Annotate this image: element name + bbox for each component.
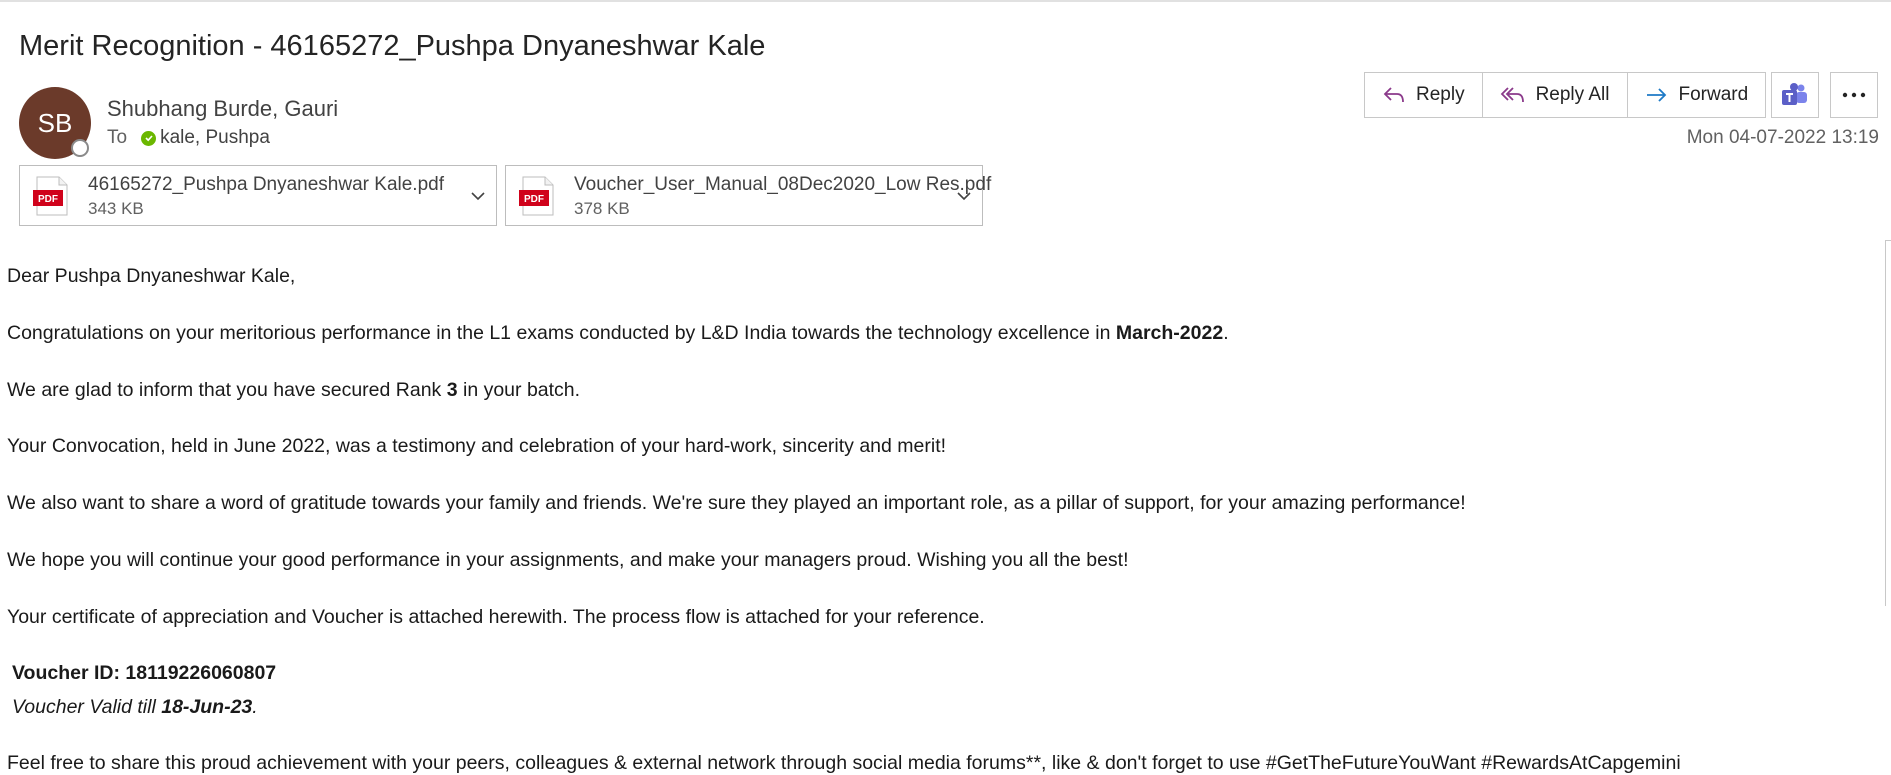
- rank-value: 3: [446, 379, 458, 401]
- available-status-icon: [141, 130, 157, 146]
- top-divider: [0, 0, 1891, 2]
- body-paragraph: Congratulations on your meritorious perf…: [7, 322, 1229, 345]
- reply-button[interactable]: Reply: [1365, 73, 1483, 117]
- recipient-name[interactable]: kale, Pushpa: [160, 127, 270, 149]
- reply-icon: [1383, 87, 1404, 103]
- body-paragraph: We are glad to inform that you have secu…: [7, 379, 580, 402]
- body-paragraph-partial: Feel free to share this proud achievemen…: [7, 752, 1681, 774]
- to-label: To: [107, 127, 128, 148]
- attachment-card[interactable]: PDF 46165272_Pushpa Dnyaneshwar Kale.pdf…: [19, 165, 497, 226]
- body-paragraph: Your Convocation, held in June 2022, was…: [7, 435, 947, 457]
- paragraph-text: We are glad to inform that you have secu…: [7, 379, 447, 401]
- reply-label: Reply: [1416, 84, 1465, 105]
- validity-date: 18-Jun-23: [161, 696, 253, 718]
- more-options-button[interactable]: [1830, 72, 1878, 118]
- body-paragraph: Your certificate of appreciation and Vou…: [7, 606, 985, 628]
- teams-icon: [1782, 83, 1807, 105]
- more-icon: [1842, 92, 1866, 98]
- chevron-down-icon[interactable]: [956, 188, 972, 204]
- attachment-card[interactable]: PDF Voucher_User_Manual_08Dec2020_Low Re…: [505, 165, 991, 226]
- recipient-line: To kale, Pushpa: [107, 127, 270, 149]
- voucher-id: Voucher ID: 18119226060807: [12, 662, 276, 685]
- body-paragraph: We also want to share a word of gratitud…: [7, 492, 1466, 514]
- pdf-icon: PDF: [33, 176, 68, 216]
- sender-name[interactable]: Shubhang Burde, Gauri: [107, 96, 338, 122]
- voucher-validity: Voucher Valid till 18-Jun-23.: [12, 696, 258, 719]
- pdf-badge: PDF: [524, 194, 544, 205]
- attachment-size: 343 KB: [88, 199, 144, 218]
- body-paragraph: We hope you will continue your good perf…: [7, 549, 1129, 571]
- attachment-name: Voucher_User_Manual_08Dec2020_Low Res.pd…: [574, 174, 992, 195]
- exam-month: March-2022: [1115, 322, 1224, 344]
- paragraph-text: .: [1223, 322, 1229, 344]
- greeting: Dear Pushpa Dnyaneshwar Kale,: [7, 265, 296, 287]
- message-date: Mon 04-07-2022 13:19: [1686, 127, 1879, 148]
- scrollbar[interactable]: [1885, 240, 1891, 606]
- avatar-initials: SB: [37, 107, 73, 138]
- reply-all-label: Reply All: [1535, 84, 1610, 105]
- email-subject: Merit Recognition - 46165272_Pushpa Dnya…: [19, 30, 766, 62]
- forward-button[interactable]: Forward: [1628, 73, 1766, 117]
- forward-label: Forward: [1678, 84, 1749, 105]
- validity-end: .: [252, 696, 258, 718]
- paragraph-text: Congratulations on your meritorious perf…: [7, 322, 1116, 344]
- validity-label: Voucher Valid till: [12, 696, 162, 718]
- pdf-badge: PDF: [38, 194, 58, 205]
- forward-icon: [1646, 88, 1666, 102]
- attachment-size: 378 KB: [574, 199, 630, 218]
- paragraph-text: in your batch.: [457, 379, 581, 401]
- reply-all-button[interactable]: Reply All: [1483, 73, 1628, 117]
- message-actions: Reply Reply All Forward: [1364, 72, 1767, 118]
- pdf-icon: PDF: [519, 176, 554, 216]
- reply-all-icon: [1500, 87, 1524, 103]
- attachment-name: 46165272_Pushpa Dnyaneshwar Kale.pdf: [88, 174, 444, 195]
- voucher-id-text: Voucher ID: 18119226060807: [12, 662, 277, 684]
- chevron-down-icon[interactable]: [470, 188, 486, 204]
- teams-button[interactable]: [1771, 72, 1819, 118]
- presence-status-icon: [71, 139, 89, 157]
